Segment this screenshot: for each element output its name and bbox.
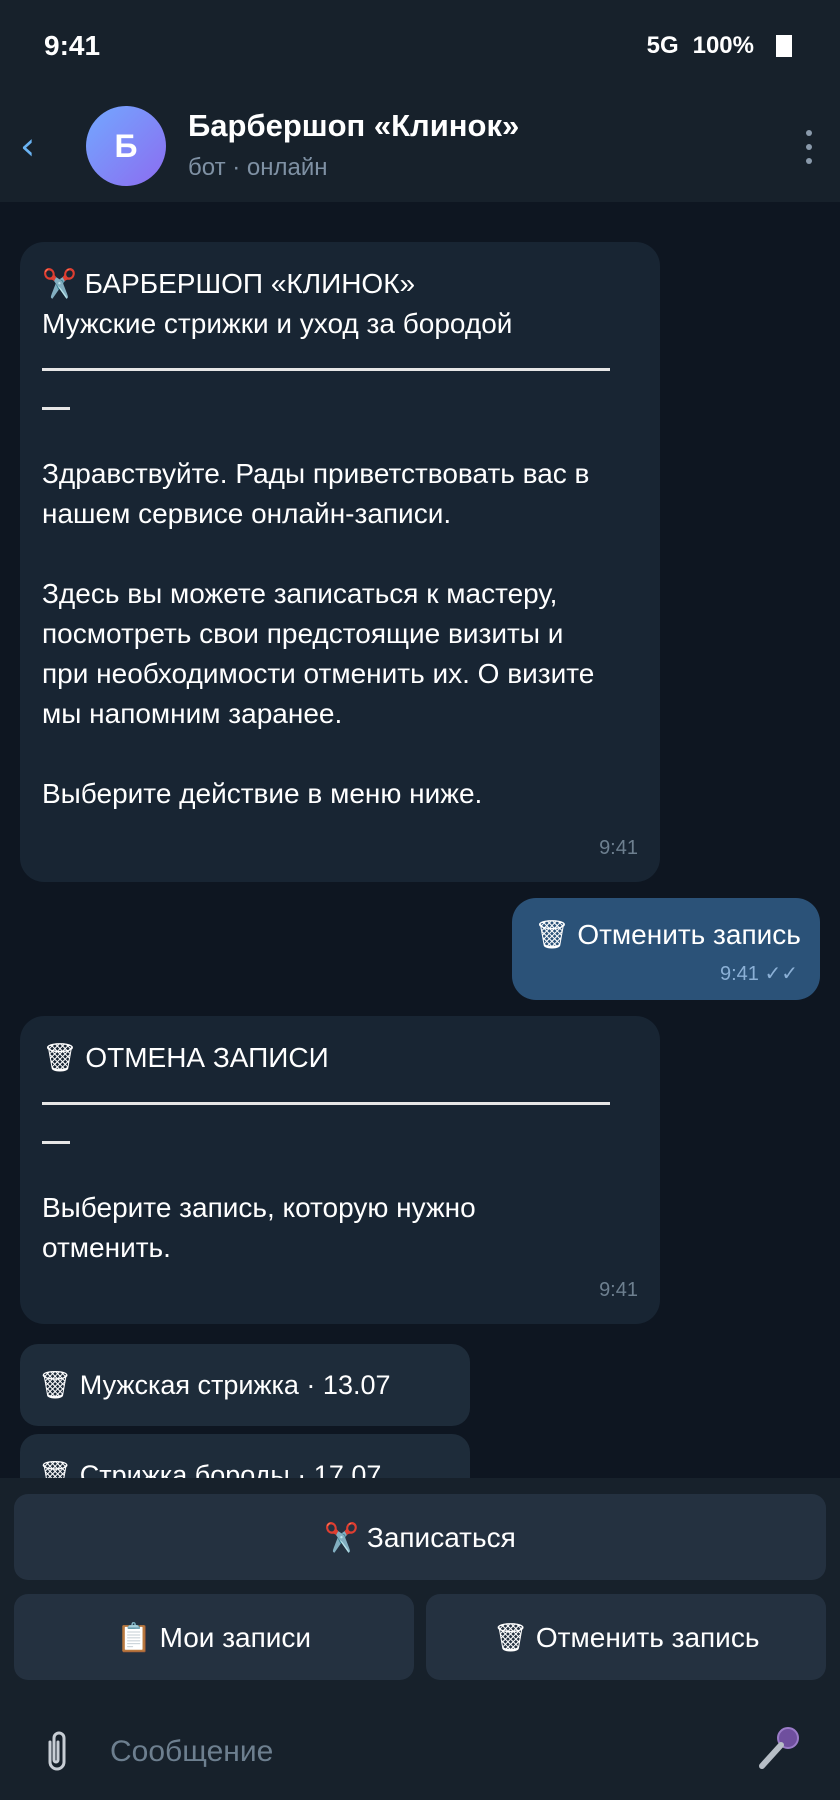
- outgoing-message: 🗑 Отменить запись 9:41 ✓✓: [512, 898, 820, 1000]
- status-time: 9:41: [44, 30, 101, 61]
- chat-title[interactable]: Барбершоп «Клинок»: [188, 108, 519, 144]
- divider-line: [42, 368, 610, 371]
- cancel-prompt-message: 🗑 ОТМЕНА ЗАПИСИ Выберите запись, которую…: [20, 1016, 660, 1324]
- book-appointment-button[interactable]: ✂️ Записаться: [14, 1494, 826, 1580]
- back-arrow-icon[interactable]: ‹: [20, 126, 46, 166]
- status-indicators: 5G 100%: [647, 32, 792, 60]
- welcome-message: ✂️ БАРБЕРШОП «КЛИНОК» Мужские стрижки и …: [20, 242, 660, 882]
- message-time: 9:41: [599, 837, 638, 859]
- divider-dash: [42, 407, 70, 410]
- battery-label: 100%: [692, 32, 754, 59]
- message-list[interactable]: ✂️ БАРБЕРШОП «КЛИНОК» Мужские стрижки и …: [0, 202, 840, 1478]
- booking-button-haircut[interactable]: 🗑 Мужская стрижка · 13.07 15:00: [20, 1344, 470, 1478]
- message-input[interactable]: [110, 1728, 710, 1776]
- welcome-description: Здесь вы можете записаться к мастеру, по…: [42, 578, 595, 729]
- battery-icon: [776, 35, 792, 57]
- microphone-icon[interactable]: [756, 1724, 804, 1772]
- chat-header: ‹ Б Барбершоп «Клинок» бот · онлайн: [0, 92, 840, 202]
- welcome-heading: ✂️ БАРБЕРШОП «КЛИНОК»: [42, 268, 416, 299]
- avatar[interactable]: Б: [86, 106, 166, 186]
- outgoing-text: 🗑 Отменить запись: [534, 919, 801, 950]
- more-menu-icon[interactable]: [806, 130, 814, 164]
- welcome-greeting: Здравствуйте. Рады приветствовать вас в …: [42, 458, 590, 529]
- chat-subtitle: бот · онлайн: [188, 154, 328, 181]
- welcome-instruction: Выберите действие в меню ниже.: [42, 778, 483, 809]
- booking-button-beard[interactable]: 🗑 Стрижка бороды · 17.07 12:00: [20, 1434, 470, 1478]
- reply-keyboard: ✂️ Записаться 📋 Мои записи 🗑 Отменить за…: [0, 1478, 840, 1702]
- network-label: 5G: [646, 32, 679, 59]
- message-time: 9:41: [599, 1279, 638, 1301]
- status-bar: 9:41 5G 100%: [0, 0, 840, 92]
- message-input-bar: [0, 1702, 840, 1800]
- cancel-booking-button[interactable]: 🗑 Отменить запись: [426, 1594, 826, 1680]
- attachment-clip-icon[interactable]: [40, 1728, 74, 1774]
- cancel-instruction: Выберите запись, которую нужно отменить.: [42, 1192, 476, 1263]
- message-time-read: 9:41 ✓✓: [720, 963, 798, 985]
- divider-line: [42, 1102, 610, 1105]
- my-bookings-button[interactable]: 📋 Мои записи: [14, 1594, 414, 1680]
- welcome-tagline: Мужские стрижки и уход за бородой: [42, 308, 513, 339]
- divider-dash: [42, 1141, 70, 1144]
- cancel-heading: 🗑 ОТМЕНА ЗАПИСИ: [42, 1042, 329, 1073]
